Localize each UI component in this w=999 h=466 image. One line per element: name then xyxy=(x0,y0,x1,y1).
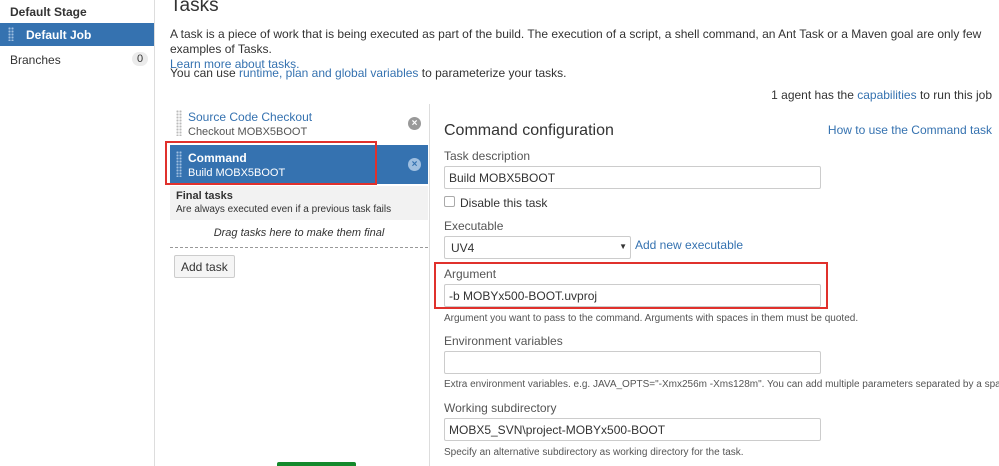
executable-value: UV4 xyxy=(451,241,475,255)
config-title: Command configuration xyxy=(444,122,614,139)
stage-sidebar: Default Stage Default Job Branches 0 xyxy=(0,0,155,466)
variables-line: You can use runtime, plan and global var… xyxy=(170,66,567,80)
env-variables-hint: Extra environment variables. e.g. JAVA_O… xyxy=(444,379,999,390)
close-circle-icon[interactable]: × xyxy=(408,117,421,130)
page-title: Tasks xyxy=(170,0,219,16)
capabilities-link[interactable]: capabilities xyxy=(857,88,916,102)
env-variables-label: Environment variables xyxy=(444,334,563,348)
drag-handle-icon[interactable] xyxy=(176,151,182,177)
agent-prefix: 1 agent has the xyxy=(771,88,854,102)
argument-hint: Argument you want to pass to the command… xyxy=(444,313,859,324)
task-item-command[interactable]: Command Build MOBX5BOOT × xyxy=(170,145,428,184)
final-tasks-header: Final tasks Are always executed even if … xyxy=(170,186,428,220)
agent-suffix: to run this job xyxy=(919,88,992,102)
vars-suffix: to parameterize your tasks. xyxy=(421,66,567,80)
task-item-source-checkout[interactable]: Source Code Checkout Checkout MOBX5BOOT … xyxy=(170,104,428,143)
agent-capabilities-line: 1 agent has the capabilities to run this… xyxy=(771,88,992,102)
disable-task-label: Disable this task xyxy=(460,196,548,210)
env-variables-input[interactable] xyxy=(444,351,821,374)
drag-handle-icon[interactable] xyxy=(8,27,14,41)
executable-select[interactable]: UV4 ▼ xyxy=(444,236,631,259)
working-subdirectory-hint: Specify an alternative subdirectory as w… xyxy=(444,447,744,458)
task-description: Build MOBX5BOOT xyxy=(188,167,286,179)
chevron-down-icon: ▼ xyxy=(619,242,627,251)
close-circle-icon[interactable]: × xyxy=(408,158,421,171)
working-subdirectory-input[interactable] xyxy=(444,418,821,441)
save-button-edge[interactable] xyxy=(277,462,356,466)
stage-title: Default Stage xyxy=(10,5,87,19)
job-label: Default Job xyxy=(26,28,92,42)
task-description-label: Task description xyxy=(444,149,531,163)
drag-handle-icon[interactable] xyxy=(176,110,182,136)
vars-prefix: You can use xyxy=(170,66,236,80)
task-description-input[interactable] xyxy=(444,166,821,189)
final-tasks-subtitle: Are always executed even if a previous t… xyxy=(176,204,392,215)
intro-description: A task is a piece of work that is being … xyxy=(170,27,982,56)
task-description: Checkout MOBX5BOOT xyxy=(188,126,308,138)
executable-label: Executable xyxy=(444,219,504,233)
final-tasks-title: Final tasks xyxy=(176,190,233,202)
argument-label: Argument xyxy=(444,267,497,281)
add-task-button[interactable]: Add task xyxy=(174,255,235,278)
branches-count-badge: 0 xyxy=(132,52,148,66)
variables-link[interactable]: runtime, plan and global variables xyxy=(239,66,418,80)
working-subdirectory-label: Working subdirectory xyxy=(444,401,557,415)
task-name: Source Code Checkout xyxy=(188,110,313,124)
disable-task-checkbox[interactable] xyxy=(444,196,455,207)
sidebar-item-default-job[interactable]: Default Job xyxy=(0,23,154,46)
argument-input[interactable] xyxy=(444,284,821,307)
help-link[interactable]: How to use the Command task xyxy=(828,123,992,137)
branches-label: Branches xyxy=(10,53,61,67)
task-name: Command xyxy=(188,151,247,165)
final-tasks-drop-zone[interactable]: Drag tasks here to make them final xyxy=(170,222,428,248)
task-list: Source Code Checkout Checkout MOBX5BOOT … xyxy=(170,104,430,466)
add-executable-link[interactable]: Add new executable xyxy=(635,238,743,252)
sidebar-item-branches[interactable]: Branches 0 xyxy=(0,48,154,70)
